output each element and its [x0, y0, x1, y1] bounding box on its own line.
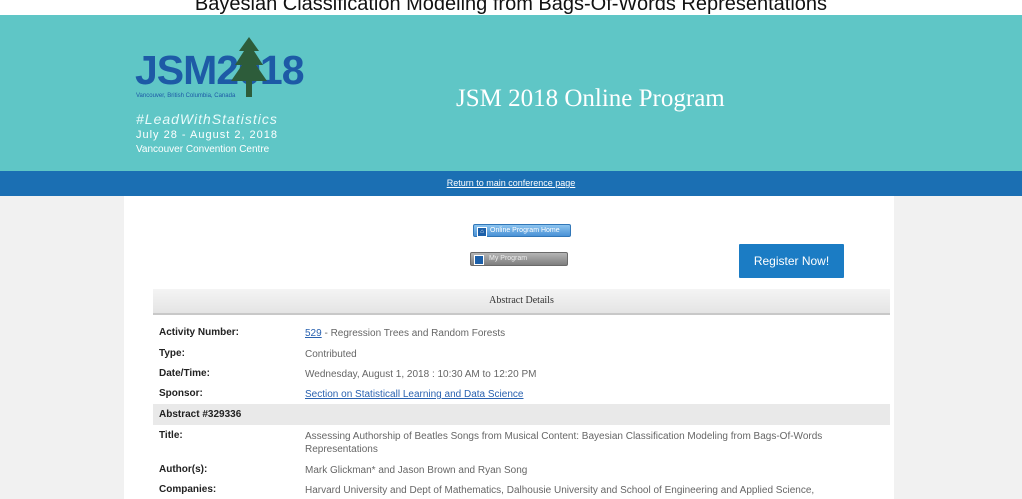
main-conference-link[interactable]: Return to main conference page — [447, 178, 576, 188]
value-title: Assessing Authorship of Beatles Songs fr… — [305, 431, 823, 455]
logo-venue: Vancouver Convention Centre — [136, 144, 270, 155]
page-title: JSM 2018 Online Program — [456, 85, 725, 112]
label-sponsor: Sponsor: — [159, 388, 203, 399]
document-icon — [474, 255, 484, 265]
label-abstract-number: Abstract #329336 — [159, 409, 242, 420]
navbar: Return to main conference page — [0, 171, 1022, 196]
activity-number-link[interactable]: 529 — [305, 328, 322, 339]
tree-icon — [231, 37, 267, 97]
row-date-time: Date/Time: Wednesday, August 1, 2018 : 1… — [153, 368, 890, 382]
row-type: Type: Contributed — [153, 348, 890, 362]
right-margin — [894, 196, 1022, 499]
label-activity-number: Activity Number: — [159, 327, 240, 338]
value-type: Contributed — [305, 349, 357, 360]
my-program-button[interactable]: My Program — [470, 252, 568, 266]
row-activity-number: Activity Number: 529 - Regression Trees … — [153, 327, 890, 341]
logo-dates: July 28 - August 2, 2018 — [136, 129, 279, 141]
activity-session-title: - Regression Trees and Random Forests — [321, 328, 506, 339]
label-authors: Author(s): — [159, 464, 208, 475]
row-authors: Author(s): Mark Glickman* and Jason Brow… — [153, 464, 890, 478]
logo-hashtag: #LeadWithStatistics — [136, 111, 278, 127]
value-activity-number: 529 - Regression Trees and Random Forest… — [305, 327, 890, 340]
my-program-label: My Program — [489, 255, 528, 262]
value-sponsor: Section on Statisticall Learning and Dat… — [305, 388, 890, 401]
row-abstract-number: Abstract #329336 — [153, 404, 890, 425]
label-type: Type: — [159, 348, 185, 359]
label-date-time: Date/Time: — [159, 368, 210, 379]
online-program-home-label: Online Program Home — [490, 227, 560, 234]
header-banner: JSM2018 Vancouver, British Columbia, Can… — [0, 15, 1022, 171]
page-caption: Bayesian Classification Modeling from Ba… — [194, 0, 828, 15]
row-title: Title: Assessing Authorship of Beatles S… — [153, 430, 890, 458]
value-date-time: Wednesday, August 1, 2018 : 10:30 AM to … — [305, 369, 537, 380]
left-margin — [0, 196, 124, 499]
home-icon: ⌂ — [477, 227, 487, 237]
jsm-logo: JSM2018 Vancouver, British Columbia, Can… — [135, 31, 305, 161]
value-companies: Harvard University and Dept of Mathemati… — [305, 485, 815, 496]
register-now-button[interactable]: Register Now! — [739, 244, 844, 278]
abstract-details-header: Abstract Details — [153, 289, 890, 315]
logo-text: JSM2018 — [135, 47, 305, 93]
row-sponsor: Sponsor: Section on Statisticall Learnin… — [153, 388, 890, 402]
label-title: Title: — [159, 430, 183, 441]
value-authors: Mark Glickman* and Jason Brown and Ryan … — [305, 465, 528, 476]
row-companies: Companies: Harvard University and Dept o… — [153, 484, 890, 498]
online-program-home-button[interactable]: ⌂ Online Program Home — [473, 224, 571, 237]
sponsor-link[interactable]: Section on Statisticall Learning and Dat… — [305, 389, 523, 400]
label-companies: Companies: — [159, 484, 217, 495]
logo-subtext: Vancouver, British Columbia, Canada — [136, 93, 236, 99]
